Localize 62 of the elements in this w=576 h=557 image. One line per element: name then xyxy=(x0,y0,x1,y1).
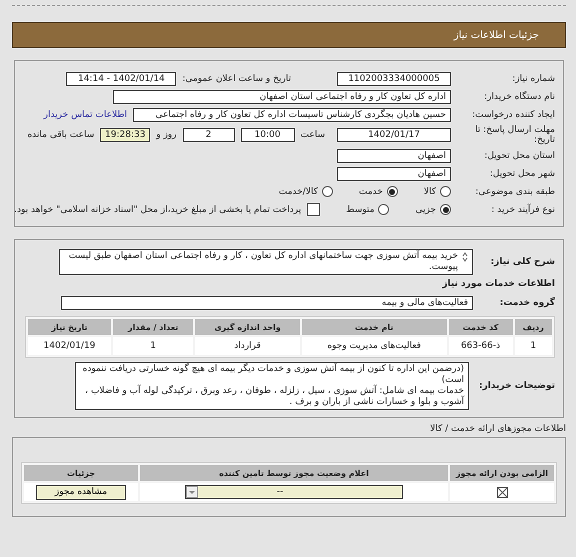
table-cell: فعالیت‌های مدیریت وجوه xyxy=(302,337,446,355)
field-label: توضیحات خریدار: xyxy=(478,381,555,391)
column-header: کد خدمت xyxy=(448,319,513,335)
section-heading: اطلاعات خدمات مورد نیاز xyxy=(441,279,555,289)
description-field: خرید بیمه آتش سوزی جهت ساختمانهای اداره کل تعاون ، کار و رفاه اجتماعی استان اصفهان طبق لیست پیوست. xyxy=(59,249,473,275)
field-label: تاریخ و ساعت اعلان عمومی: xyxy=(182,74,291,84)
section-title: اطلاعات مجوزهای ارائه خدمت / کالا xyxy=(429,424,566,434)
field-label: گروه خدمت: xyxy=(498,298,555,308)
city-field: اصفهان xyxy=(337,166,451,180)
field-label: نوع فرآیند خرید : xyxy=(490,204,555,214)
radio-label: متوسط xyxy=(346,204,374,214)
province-field: اصفهان xyxy=(337,148,451,162)
radio-button[interactable] xyxy=(378,204,390,215)
announce-date-field: 1402/01/14 - 14:14 xyxy=(66,72,176,86)
column-header: تعداد / مقدار xyxy=(112,319,194,335)
radio-button[interactable] xyxy=(440,186,451,197)
time-label: ساعت xyxy=(300,130,325,140)
remaining-time-field: 19:28:33 xyxy=(100,128,150,142)
days-label: روز و xyxy=(156,130,176,140)
field-label: شرح کلی نیاز: xyxy=(490,257,555,267)
field-label: طبقه بندی موضوعی: xyxy=(474,186,555,196)
table-cell: 1 xyxy=(514,337,552,355)
status-dropdown[interactable]: -- xyxy=(185,485,403,499)
requester-field: حسین هادیان بجگردی کارشناس تاسیسات اداره کل تعاون کار و رفاه اجتماعی xyxy=(133,108,451,122)
table-cell: ذ-66-663 xyxy=(448,337,513,355)
days-field: 2 xyxy=(182,128,234,142)
radio-button[interactable] xyxy=(440,204,451,215)
field-label: شماره نیاز: xyxy=(511,74,555,84)
service-group-field: فعالیت‌های مالی و بیمه xyxy=(61,296,473,310)
buyer-org-field: اداره کل تعاون کار و رفاه اجتماعی استان اصفهان xyxy=(113,90,451,104)
column-header: الزامی بودن ارائه مجوز xyxy=(450,465,554,481)
column-header: ردیف xyxy=(514,319,552,335)
deadline-time-field: 10:00 xyxy=(240,128,294,142)
column-header: جزئیات xyxy=(24,465,138,481)
radio-label: کالا/خدمت xyxy=(278,186,318,196)
buyer-contact-link[interactable]: اطلاعات تماس خریدار xyxy=(44,110,127,120)
field-label: استان محل تحویل: xyxy=(483,150,555,160)
radio-label: خدمت xyxy=(358,186,383,196)
checkbox[interactable] xyxy=(307,203,320,216)
table-cell: قرارداد xyxy=(195,337,300,355)
remaining-label: ساعت باقی مانده xyxy=(27,130,94,140)
view-license-button[interactable]: مشاهده مجوز xyxy=(36,484,126,500)
radio-button[interactable] xyxy=(386,186,398,197)
resize-icon xyxy=(462,252,468,262)
field-label: ایجاد کننده درخواست: xyxy=(471,110,555,120)
column-header: اعلام وضعیت مجوز توسط تامین کننده xyxy=(140,465,448,481)
table-cell: 1 xyxy=(112,337,194,355)
buyer-notes-field: (درضمن این اداره تا کنون از بیمه آتش سوزی و خدمات دیگر بیمه ای هیچ گونه خسارتی دریافت ننموده است) خدمات بیمه ای شامل: آتش سوزی ، سیل ، زلزله ، طوفان ، رعد وبرق ، ترکیدگی لوله آب و فاضلاب ، آشوب و بلوا و خسارات ناشی از باران و برف . xyxy=(75,362,469,410)
radio-button[interactable] xyxy=(322,186,333,197)
table-cell: 1402/01/19 xyxy=(28,337,111,355)
field-label: نام دستگاه خریدار: xyxy=(483,92,555,102)
field-label: شهر محل تحویل: xyxy=(488,168,555,178)
column-header: تاریخ نیاز xyxy=(28,319,111,335)
radio-label: کالا xyxy=(424,186,436,196)
column-header: نام خدمت xyxy=(302,319,446,335)
need-number-field: 1102003334000005 xyxy=(337,72,451,86)
deadline-date-field: 1402/01/17 xyxy=(337,128,451,142)
field-label: مهلت ارسال پاسخ: تا تاریخ: xyxy=(474,125,555,145)
radio-label: جزیی xyxy=(415,204,436,214)
column-header: واحد اندازه گیری xyxy=(195,319,300,335)
header-title: جزئیات اطلاعات نیاز xyxy=(454,30,539,40)
payment-note: پرداخت تمام یا بخشی از مبلغ خرید،از محل "اسناد خزانه اسلامی" خواهد بود. xyxy=(14,204,302,214)
